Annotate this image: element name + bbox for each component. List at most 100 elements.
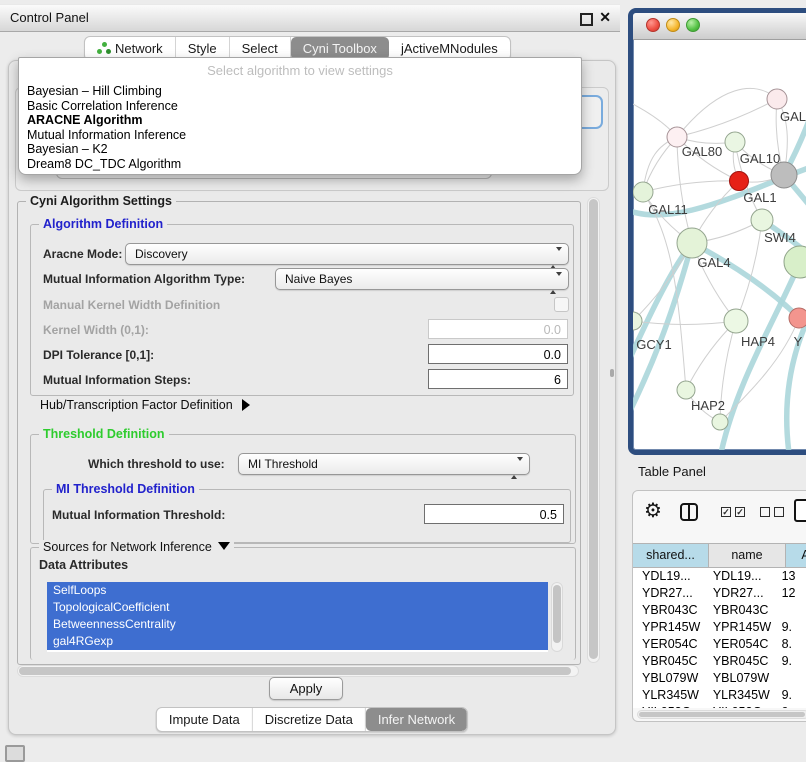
table-cell[interactable]: YBR043C bbox=[633, 602, 704, 619]
algorithm-option-basic-correlation-inference[interactable]: Basic Correlation Inference bbox=[19, 99, 581, 114]
column-header-a[interactable]: A bbox=[786, 544, 806, 567]
attribute-item-betweennesscentrality[interactable]: BetweennessCentrality bbox=[47, 616, 548, 633]
table-cell[interactable]: YDR27... bbox=[633, 585, 704, 602]
table-cell[interactable]: YBL079W bbox=[633, 670, 704, 687]
settings-horizontal-scrollbar[interactable] bbox=[17, 665, 579, 677]
tab-impute-data[interactable]: Impute Data bbox=[157, 708, 253, 731]
data-attributes-list[interactable]: SelfLoopsTopologicalCoefficientBetweenne… bbox=[47, 582, 548, 652]
split-columns-icon[interactable] bbox=[680, 503, 698, 521]
table-row[interactable]: YBR045CYBR045C9. bbox=[633, 653, 806, 670]
table-row[interactable]: YER054CYER054C8. bbox=[633, 636, 806, 653]
table-row[interactable]: YDL19...YDL19...13 bbox=[633, 568, 806, 585]
attributes-list-scrollbar[interactable] bbox=[551, 582, 563, 652]
minimize-traffic-light[interactable] bbox=[666, 18, 680, 32]
node-hap4[interactable] bbox=[724, 309, 748, 333]
mi-threshold-field[interactable]: 0.5 bbox=[424, 504, 564, 524]
zoom-traffic-light[interactable] bbox=[686, 18, 700, 32]
table-cell[interactable]: YDL19... bbox=[704, 568, 776, 585]
minimized-panel-icon[interactable] bbox=[5, 745, 25, 762]
column-header-shared[interactable]: shared... bbox=[633, 544, 709, 567]
kernel-width-field[interactable]: 0.0 bbox=[428, 319, 568, 339]
node-gcy1[interactable] bbox=[633, 312, 642, 330]
table-cell[interactable]: YIL052C bbox=[633, 704, 704, 708]
settings-vertical-scrollbar[interactable] bbox=[587, 197, 600, 663]
network-edge[interactable] bbox=[677, 88, 777, 137]
table-cell[interactable]: YBR043C bbox=[704, 602, 776, 619]
tab-infer-network[interactable]: Infer Network bbox=[366, 708, 467, 731]
attribute-item-topologicalcoefficient[interactable]: TopologicalCoefficient bbox=[47, 599, 548, 616]
table-cell[interactable]: 9 bbox=[776, 704, 806, 708]
dpi-tolerance-field[interactable]: 0.0 bbox=[428, 344, 568, 364]
sources-title[interactable]: Sources for Network Inference bbox=[39, 540, 234, 554]
node-node-top-pink[interactable] bbox=[767, 89, 787, 109]
table-cell[interactable]: 9. bbox=[776, 653, 806, 670]
attributes-scroll-thumb[interactable] bbox=[553, 585, 561, 643]
table-horizontal-scrollbar[interactable] bbox=[637, 710, 806, 719]
settings-hscroll-thumb[interactable] bbox=[19, 667, 571, 675]
apply-button[interactable]: Apply bbox=[269, 677, 343, 700]
table-cell[interactable]: YBR045C bbox=[633, 653, 704, 670]
float-window-icon[interactable] bbox=[580, 13, 593, 26]
table-row[interactable]: YLR345WYLR345W9. bbox=[633, 687, 806, 704]
attribute-item-gal4rgexp[interactable]: gal4RGexp bbox=[47, 633, 548, 650]
table-row[interactable]: YBR043CYBR043C bbox=[633, 602, 806, 619]
mi-algorithm-type-combo[interactable]: Naive Bayes bbox=[275, 268, 569, 290]
settings-vscroll-thumb[interactable] bbox=[589, 199, 598, 659]
node-hap2[interactable] bbox=[677, 381, 695, 399]
table-cell[interactable]: YDL19... bbox=[633, 568, 704, 585]
table-cell[interactable]: YPR145W bbox=[633, 619, 704, 636]
table-row[interactable]: YPR145WYPR145W9. bbox=[633, 619, 806, 636]
table-cell[interactable]: YPR145W bbox=[704, 619, 776, 636]
network-edge[interactable] bbox=[643, 181, 739, 192]
table-cell[interactable]: YBR045C bbox=[704, 653, 776, 670]
table-cell[interactable]: YER054C bbox=[704, 636, 776, 653]
table-cell[interactable]: 9. bbox=[776, 619, 806, 636]
node-node-salmon[interactable] bbox=[789, 308, 806, 328]
network-graph[interactable]: GALGAL80GAL10GAL1GAL11SWI4GAL4GCY1HAP4YH… bbox=[633, 39, 806, 450]
gear-icon[interactable]: ⚙ bbox=[644, 501, 662, 521]
node-swi4[interactable] bbox=[751, 209, 773, 231]
mi-steps-field[interactable]: 6 bbox=[428, 369, 568, 389]
network-edge[interactable] bbox=[677, 99, 777, 137]
table-cell[interactable] bbox=[776, 602, 806, 619]
select-all-columns-icon[interactable]: ✓✓ bbox=[721, 507, 745, 517]
table-cell[interactable]: YDR27... bbox=[704, 585, 776, 602]
network-view-window[interactable]: GALGAL80GAL10GAL1GAL11SWI4GAL4GCY1HAP4YH… bbox=[628, 8, 806, 455]
close-traffic-light[interactable] bbox=[646, 18, 660, 32]
deselect-all-columns-icon[interactable] bbox=[760, 507, 784, 517]
node-gal11[interactable] bbox=[633, 182, 653, 202]
algorithm-option-aracne-algorithm[interactable]: ARACNE Algorithm bbox=[19, 113, 581, 128]
network-edge[interactable] bbox=[686, 321, 736, 390]
aracne-mode-combo[interactable]: Discovery bbox=[125, 243, 569, 265]
table-row[interactable]: YDR27...YDR27...12 bbox=[633, 585, 806, 602]
table-cell[interactable]: YLR345W bbox=[704, 687, 776, 704]
algorithm-option-bayesian-hill-climbing[interactable]: Bayesian – Hill Climbing bbox=[19, 84, 581, 99]
network-canvas[interactable]: GALGAL80GAL10GAL1GAL11SWI4GAL4GCY1HAP4YH… bbox=[633, 39, 806, 450]
node-gal4[interactable] bbox=[677, 228, 707, 258]
table-cell[interactable]: 9. bbox=[776, 687, 806, 704]
node-gal10[interactable] bbox=[725, 132, 745, 152]
node-node-bottom[interactable] bbox=[712, 414, 728, 430]
table-cell[interactable]: YBL079W bbox=[704, 670, 776, 687]
table-row[interactable]: YBL079WYBL079W bbox=[633, 670, 806, 687]
node-gal1[interactable] bbox=[730, 172, 749, 191]
column-header-name[interactable]: name bbox=[709, 544, 786, 567]
algorithm-option-bayesian-k2[interactable]: Bayesian – K2 bbox=[19, 142, 581, 157]
document-icon[interactable] bbox=[794, 499, 806, 522]
table-cell[interactable]: YIL052C bbox=[704, 704, 776, 708]
algorithm-option-mutual-information-inference[interactable]: Mutual Information Inference bbox=[19, 128, 581, 143]
hub-transcription-factor-section[interactable]: Hub/Transcription Factor Definition bbox=[40, 398, 250, 412]
table-row[interactable]: YIL052CYIL052C9 bbox=[633, 704, 806, 708]
table-cell[interactable]: YER054C bbox=[633, 636, 704, 653]
split-pane-handle[interactable] bbox=[610, 369, 614, 377]
table-cell[interactable] bbox=[776, 670, 806, 687]
table-cell[interactable]: YLR345W bbox=[633, 687, 704, 704]
which-threshold-combo[interactable]: MI Threshold bbox=[238, 453, 530, 475]
table-cell[interactable]: 13 bbox=[776, 568, 806, 585]
table-cell[interactable]: 8. bbox=[776, 636, 806, 653]
node-node-green-large[interactable] bbox=[784, 246, 806, 278]
tab-discretize-data[interactable]: Discretize Data bbox=[253, 708, 366, 731]
algorithm-option-dream8-dc-tdc-algorithm[interactable]: Dream8 DC_TDC Algorithm bbox=[19, 157, 581, 172]
manual-kernel-checkbox[interactable] bbox=[554, 297, 569, 312]
close-icon[interactable]: ✕ bbox=[599, 9, 611, 26]
